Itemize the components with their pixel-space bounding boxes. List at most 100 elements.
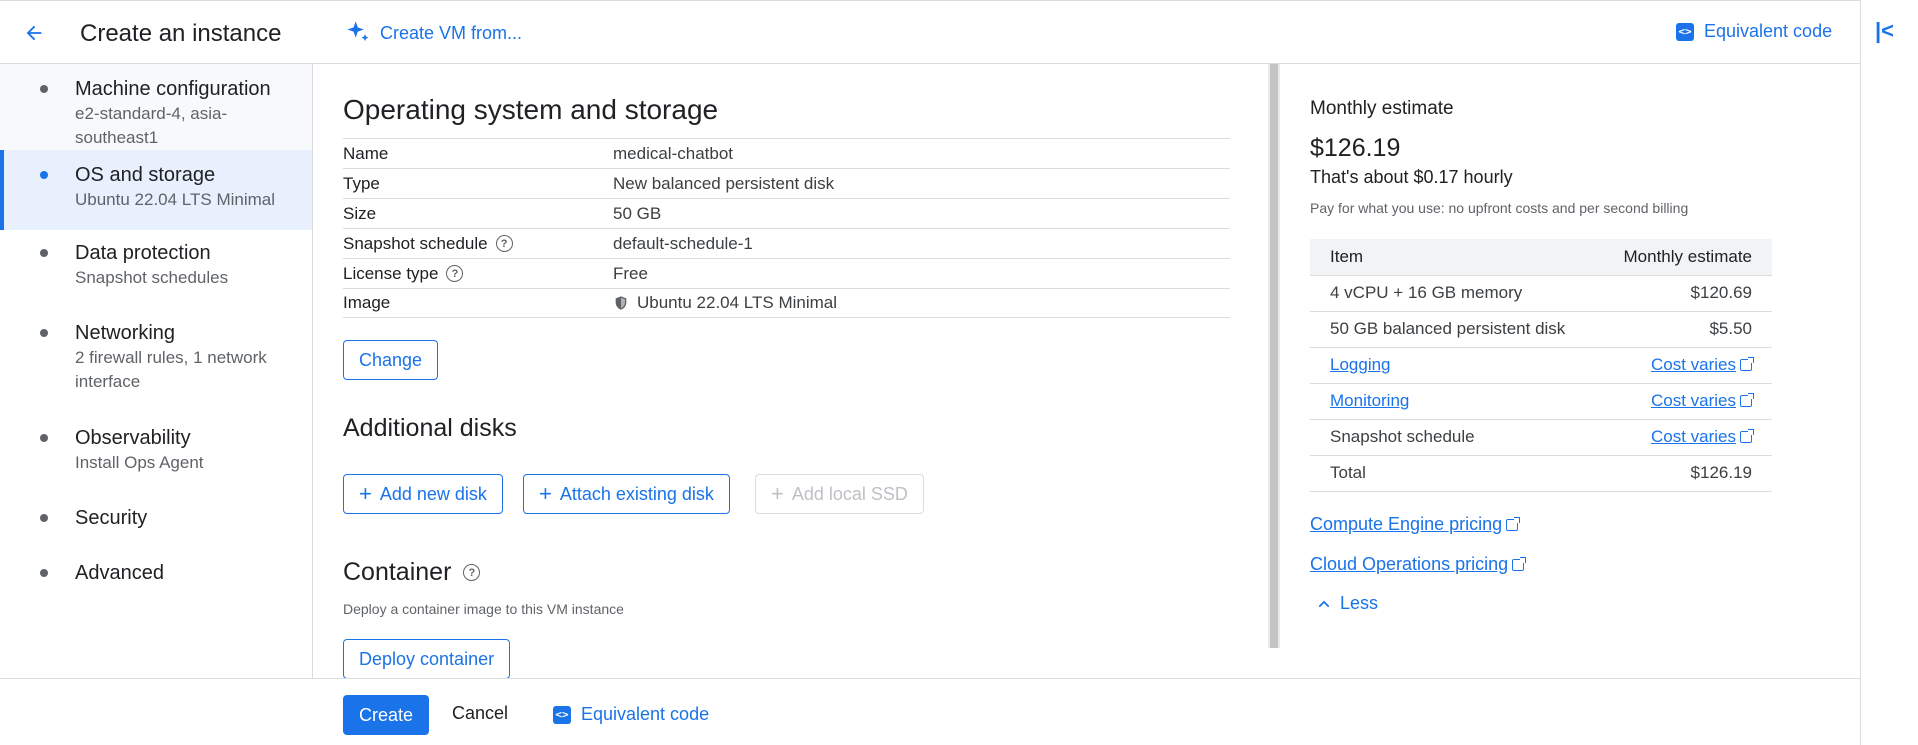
- add-local-ssd-label: Add local SSD: [791, 483, 908, 504]
- create-button[interactable]: Create: [343, 695, 429, 735]
- create-vm-from-button[interactable]: Create VM from...: [344, 19, 522, 47]
- cancel-button[interactable]: Cancel: [452, 703, 508, 724]
- scrollbar-thumb[interactable]: [1270, 64, 1278, 648]
- table-row: Logging Cost varies: [1310, 347, 1772, 384]
- property-value: 50 GB: [613, 203, 662, 223]
- image-value: Ubuntu 22.04 LTS Minimal: [637, 293, 838, 312]
- external-link-icon: [1512, 557, 1527, 571]
- bullet-icon: [40, 514, 48, 522]
- column-header-item: Item: [1310, 239, 1597, 276]
- sidebar-item-title: Machine configuration: [75, 78, 271, 100]
- compute-engine-pricing-link[interactable]: Compute Engine pricing: [1310, 514, 1521, 535]
- property-row: Type New balanced persistent disk: [343, 168, 1230, 198]
- table-row: Snapshot schedule Cost varies: [1310, 419, 1772, 456]
- help-icon[interactable]: ?: [446, 265, 464, 282]
- monitoring-link[interactable]: Monitoring: [1330, 391, 1409, 410]
- sidebar-item-machine-configuration[interactable]: Machine configuration e2-standard-4, asi…: [0, 64, 312, 150]
- collapse-panel-icon[interactable]: |<: [1875, 18, 1894, 44]
- add-new-disk-button[interactable]: + Add new disk: [343, 474, 503, 514]
- code-icon: <>: [1676, 22, 1694, 41]
- help-icon[interactable]: ?: [463, 564, 481, 581]
- right-rail: |<: [1860, 0, 1918, 745]
- add-local-ssd-button: + Add local SSD: [755, 474, 924, 514]
- change-button[interactable]: Change: [343, 340, 439, 380]
- code-icon: <>: [553, 705, 571, 724]
- less-label: Less: [1340, 593, 1379, 613]
- logging-link[interactable]: Logging: [1330, 355, 1391, 374]
- external-link-icon: [1740, 429, 1754, 443]
- compute-engine-pricing-label: Compute Engine pricing: [1310, 514, 1503, 534]
- sidebar-item-os-storage[interactable]: OS and storage Ubuntu 22.04 LTS Minimal: [0, 150, 312, 230]
- container-title-label: Container: [343, 558, 452, 586]
- shield-icon: [615, 296, 627, 310]
- sidebar-item-networking[interactable]: Networking 2 firewall rules, 1 network i…: [0, 320, 312, 400]
- external-link-icon: [1740, 357, 1754, 371]
- deploy-container-button[interactable]: Deploy container: [343, 639, 511, 679]
- cost-varies-link[interactable]: Cost varies: [1651, 427, 1736, 446]
- table-row: 50 GB balanced persistent disk $5.50: [1310, 311, 1772, 348]
- cost-varies-link[interactable]: Cost varies: [1651, 391, 1736, 410]
- row-cost: $126.19: [1596, 455, 1772, 492]
- cloud-operations-pricing-link[interactable]: Cloud Operations pricing: [1310, 554, 1527, 575]
- container-description: Deploy a container image to this VM inst…: [343, 601, 624, 617]
- bullet-icon: [40, 85, 48, 93]
- attach-existing-disk-label: Attach existing disk: [559, 483, 714, 504]
- plus-icon: +: [771, 481, 784, 506]
- sidebar-item-title: Advanced: [75, 562, 164, 584]
- sidebar-item-title: Networking: [75, 322, 176, 344]
- estimate-table: Item Monthly estimate 4 vCPU + 16 GB mem…: [1310, 239, 1772, 492]
- help-icon[interactable]: ?: [495, 235, 513, 252]
- bullet-icon: [40, 171, 48, 179]
- property-row: Size 50 GB: [343, 198, 1230, 228]
- property-value: default-schedule-1: [613, 233, 753, 253]
- property-row: Name medical-chatbot: [343, 138, 1230, 168]
- sidebar-item-observability[interactable]: Observability Install Ops Agent: [0, 425, 312, 481]
- table-header-row: Item Monthly estimate: [1310, 239, 1772, 276]
- os-properties-table: Name medical-chatbot Type New balanced p…: [343, 138, 1230, 318]
- sparkle-icon: [347, 21, 369, 42]
- top-header: Create an instance Create VM from... <> …: [0, 0, 1860, 64]
- sidebar: Machine configuration e2-standard-4, asi…: [0, 64, 313, 678]
- main-content: Operating system and storage Name medica…: [343, 64, 1230, 679]
- row-item: Total: [1310, 455, 1597, 492]
- estimate-title: Monthly estimate: [1310, 98, 1454, 119]
- add-new-disk-label: Add new disk: [379, 483, 487, 504]
- property-value: medical-chatbot: [613, 143, 734, 163]
- sidebar-item-subtitle: Snapshot schedules: [75, 268, 229, 287]
- equivalent-code-label: Equivalent code: [581, 704, 710, 724]
- section-title-container: Container ?: [343, 558, 481, 587]
- table-row: Monitoring Cost varies: [1310, 383, 1772, 420]
- create-vm-from-label: Create VM from...: [380, 22, 523, 43]
- row-cost: $5.50: [1596, 311, 1772, 348]
- sidebar-item-data-protection[interactable]: Data protection Snapshot schedules: [0, 240, 312, 304]
- property-key: Name: [343, 143, 389, 163]
- section-title-os-storage: Operating system and storage: [343, 94, 719, 125]
- row-cost: $120.69: [1596, 275, 1772, 312]
- property-key-label: License type: [343, 263, 439, 283]
- attach-existing-disk-button[interactable]: + Attach existing disk: [523, 474, 730, 514]
- estimate-hourly: That's about $0.17 hourly: [1310, 167, 1513, 187]
- property-key: Size: [343, 203, 377, 223]
- row-item: 4 vCPU + 16 GB memory: [1310, 275, 1597, 312]
- sidebar-item-security[interactable]: Security: [0, 505, 312, 537]
- footer-bar: Create Cancel <> Equivalent code: [0, 678, 1860, 745]
- sidebar-item-subtitle: Install Ops Agent: [75, 453, 204, 472]
- sidebar-item-title: Observability: [75, 427, 191, 449]
- plus-icon: +: [539, 481, 552, 506]
- equivalent-code-button-footer[interactable]: <> Equivalent code: [553, 704, 709, 725]
- external-link-icon: [1506, 517, 1521, 531]
- monthly-estimate-panel: Monthly estimate $126.19 That's about $0…: [1310, 64, 1860, 678]
- property-key: Image: [343, 293, 391, 312]
- property-key-with-help: License type ?: [343, 264, 613, 284]
- property-key: Type: [343, 173, 380, 193]
- equivalent-code-button[interactable]: <> Equivalent code: [1676, 21, 1832, 42]
- plus-icon: +: [359, 481, 372, 506]
- sidebar-item-advanced[interactable]: Advanced: [0, 560, 312, 592]
- back-arrow-icon[interactable]: [18, 17, 50, 49]
- cost-varies-link[interactable]: Cost varies: [1651, 355, 1736, 374]
- bullet-icon: [40, 434, 48, 442]
- cloud-operations-pricing-label: Cloud Operations pricing: [1310, 554, 1509, 574]
- scrollbar[interactable]: [1268, 64, 1280, 648]
- table-row: 4 vCPU + 16 GB memory $120.69: [1310, 275, 1772, 312]
- less-button[interactable]: Less: [1316, 593, 1378, 614]
